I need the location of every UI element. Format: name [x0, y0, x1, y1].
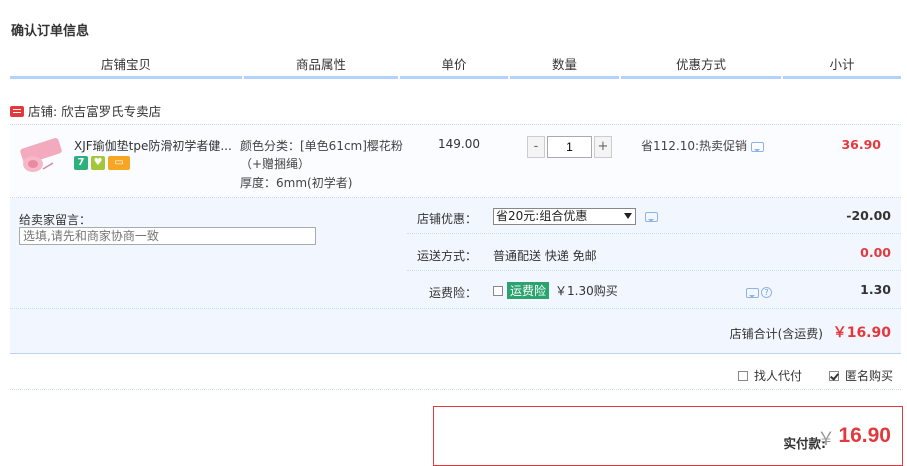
proxy-pay-label: 找人代付	[754, 369, 803, 383]
product-attr-color: 颜色分类：[单色61cm]樱花粉	[240, 139, 403, 153]
header-quantity: 数量	[551, 57, 577, 72]
header-bar	[10, 76, 242, 79]
insurance-chat-icon[interactable]	[746, 287, 759, 298]
payment-currency: ￥	[817, 429, 835, 450]
shop-badge-icon	[10, 106, 24, 117]
insurance-label: 运费险：	[428, 286, 477, 300]
shop-name-link[interactable]: 店铺: 欣吉富罗氏专卖店	[28, 104, 161, 119]
product-attr-gift: （+赠捆绳）	[240, 157, 311, 171]
quantity-increase-button[interactable]: +	[594, 136, 612, 158]
page-title: 确认订单信息	[11, 24, 90, 39]
shop-total-value: ￥16.90	[832, 325, 891, 341]
message-label: 给卖家留言：	[19, 213, 92, 227]
shop-discount-selected: 省20元:组合优惠	[496, 209, 588, 223]
shop-discount-select[interactable]: 省20元:组合优惠	[493, 208, 636, 225]
insurance-price: ￥1.30购买	[555, 284, 618, 298]
header-bar	[621, 76, 781, 79]
promotion: 省112.10:热卖促销	[641, 137, 765, 154]
shipping-amount: 0.00	[860, 245, 891, 260]
quantity-decrease-button[interactable]: -	[527, 136, 545, 158]
proxy-pay-checkbox[interactable]	[738, 371, 748, 381]
header-bar	[400, 76, 508, 79]
anonymous-label: 匿名购买	[845, 369, 894, 383]
shipping-method: 普通配送 快递 免邮	[493, 249, 597, 263]
promotion-text: 省112.10:热卖促销	[641, 139, 748, 153]
shop-discount-row: 店铺优惠： 省20元:组合优惠 -20.00	[407, 198, 901, 234]
header-bar	[510, 76, 619, 79]
proxy-pay-option[interactable]: 找人代付	[738, 367, 802, 384]
table-header: 店铺宝贝 商品属性 单价 数量 优惠方式 小计	[10, 54, 901, 80]
payment-options-row: 找人代付 匿名购买	[10, 364, 901, 390]
anonymous-option[interactable]: 匿名购买	[829, 367, 893, 384]
order-item-row: XJF瑜伽垫tpe防滑初学者健... 7 ♥ ▭ 颜色分类：[单色61cm]樱花粉 …	[10, 124, 901, 198]
item-subtotal: 36.90	[841, 137, 881, 152]
shop-discount-amount: -20.00	[846, 208, 891, 223]
promotion-info-icon[interactable]	[751, 141, 765, 152]
seven-day-return-icon[interactable]: 7	[74, 156, 88, 170]
header-bar	[244, 76, 398, 79]
shipping-row: 运送方式： 普通配送 快递 免邮 0.00	[407, 235, 901, 271]
insurance-badge: 运费险	[507, 282, 550, 299]
seller-message-input[interactable]	[19, 227, 316, 245]
quantity-input[interactable]	[547, 136, 592, 158]
header-bar	[783, 76, 901, 79]
product-title-link[interactable]: XJF瑜伽垫tpe防滑初学者健...	[74, 137, 234, 154]
header-discount: 优惠方式	[675, 57, 726, 72]
anonymous-checkbox[interactable]	[829, 371, 839, 381]
payment-total: 16.90	[838, 424, 891, 447]
header-subtotal: 小计	[829, 57, 855, 72]
shop-total-row: 店铺合计(含运费) ￥16.90	[10, 308, 901, 354]
unit-price: 149.00	[438, 137, 480, 151]
service-icons: 7 ♥ ▭	[74, 156, 133, 172]
shop-total-label: 店铺合计(含运费)	[729, 327, 823, 341]
guarantee-icon[interactable]: ♥	[91, 156, 105, 170]
discount-info-icon[interactable]	[645, 212, 658, 222]
insurance-row: 运费险： 运费险 ￥1.30购买 ? 1.30	[407, 272, 901, 308]
header-unit-price: 单价	[441, 57, 467, 72]
header-shop-item: 店铺宝贝	[100, 57, 151, 72]
seller-message-panel: 给卖家留言：	[10, 198, 407, 308]
order-options-panel: 店铺优惠： 省20元:组合优惠 -20.00 运送方式： 普通配送 快递 免邮 …	[407, 198, 901, 308]
help-icon[interactable]: ?	[761, 287, 772, 298]
insurance-checkbox[interactable]	[493, 286, 503, 296]
shipping-label: 运送方式：	[416, 249, 477, 263]
chevron-down-icon	[624, 213, 632, 223]
insurance-amount: 1.30	[860, 282, 891, 297]
header-attributes: 商品属性	[295, 57, 346, 72]
shop-row: 店铺: 欣吉富罗氏专卖店	[10, 102, 161, 122]
product-attr-thickness: 厚度：6mm(初学者)	[240, 176, 353, 190]
shop-discount-label: 店铺优惠：	[416, 212, 477, 226]
card-payment-icon[interactable]: ▭	[108, 156, 130, 170]
insurance-option: 运费险 ￥1.30购买	[493, 282, 618, 299]
insurance-help: ?	[746, 285, 772, 299]
product-thumbnail[interactable]	[19, 137, 65, 177]
payment-summary: 实付款: ￥ 16.90	[433, 406, 903, 466]
